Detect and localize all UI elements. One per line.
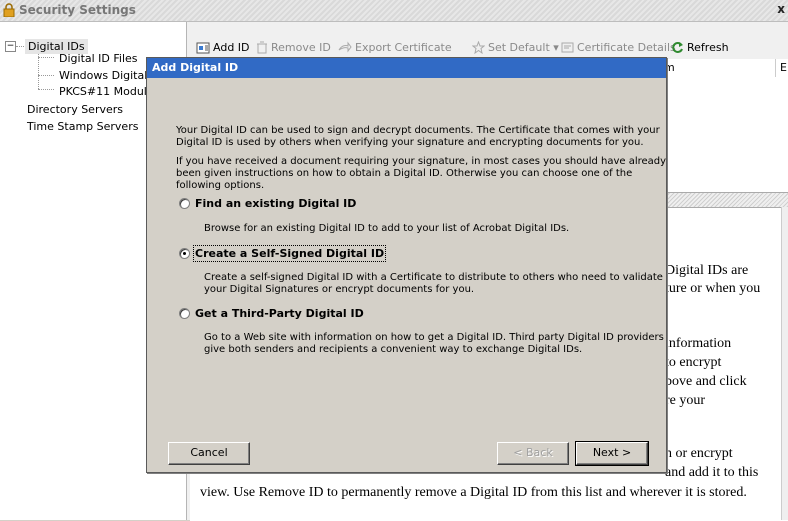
help-text-line: n or encrypt	[665, 446, 733, 461]
dialog-title: Add Digital ID	[152, 61, 239, 74]
export-arrow-icon	[338, 41, 352, 53]
third-party-desc: give both senders and recipients a conve…	[204, 344, 583, 355]
dialog-title-bar: Add Digital ID	[147, 58, 666, 78]
intro-text: following options.	[176, 180, 265, 191]
star-icon	[471, 40, 486, 55]
add-digital-id-dialog: Add Digital ID Your Digital ID can be us…	[146, 57, 667, 473]
intro-text: Digital ID is used by others when verify…	[176, 137, 644, 148]
help-text-line: bove and click	[665, 374, 747, 389]
create-self-signed-label[interactable]: Create a Self-Signed Digital ID	[192, 245, 387, 262]
refresh-icon	[672, 42, 683, 53]
column-header-expires[interactable]: E	[780, 61, 787, 74]
export-certificate-label: Export Certificate	[355, 41, 452, 54]
third-party-label[interactable]: Get a Third-Party Digital ID	[195, 307, 364, 320]
tree-item-digital-id-files[interactable]: Digital ID Files	[59, 52, 138, 65]
third-party-desc: Go to a Web site with information on how…	[204, 332, 664, 343]
back-button[interactable]: < Back	[497, 442, 569, 465]
content-scrollbar[interactable]	[781, 207, 788, 520]
cancel-button[interactable]: Cancel	[168, 442, 250, 465]
help-text-line: view. Use Remove ID to permanently remov…	[200, 485, 747, 500]
find-existing-desc: Browse for an existing Digital ID to add…	[204, 223, 570, 234]
intro-text: Your Digital ID can be used to sign and …	[176, 125, 660, 136]
add-id-button[interactable]: Add ID	[196, 41, 250, 54]
tree-item-windows-digital[interactable]: Windows Digital	[59, 69, 147, 82]
close-button[interactable]: x	[777, 2, 785, 16]
set-default-button[interactable]: Set Default ▾	[471, 40, 559, 55]
title-bar: Security Settings x	[0, 0, 788, 22]
help-text-line: ture or when you	[665, 281, 761, 296]
trash-icon	[257, 41, 267, 54]
tree-item-directory-servers[interactable]: Directory Servers	[27, 103, 123, 116]
help-text-line: re your	[665, 393, 706, 408]
refresh-button[interactable]: Refresh	[671, 41, 729, 54]
certificate-details-button[interactable]: Certificate Details	[561, 41, 676, 54]
panel-splitter[interactable]	[652, 192, 788, 208]
collapse-icon[interactable]: −	[5, 41, 16, 52]
toolbar: Add ID Remove ID Export Certificate Set …	[188, 38, 788, 58]
third-party-radio[interactable]	[179, 308, 190, 319]
certificate-icon	[561, 42, 574, 53]
create-self-signed-desc: your Digital Signatures or encrypt docum…	[204, 284, 475, 295]
set-default-label: Set Default ▾	[488, 41, 559, 54]
create-self-signed-desc: Create a self-signed Digital ID with a C…	[204, 272, 663, 283]
window-title: Security Settings	[19, 3, 136, 17]
tree-item-time-stamp-servers[interactable]: Time Stamp Servers	[27, 120, 138, 133]
add-id-label: Add ID	[213, 41, 250, 54]
help-text-line: to encrypt	[665, 355, 722, 370]
intro-text: If you have received a document requirin…	[176, 156, 667, 167]
help-text-line: information	[665, 336, 732, 351]
next-button[interactable]: Next >	[575, 441, 649, 466]
find-existing-radio[interactable]	[179, 198, 190, 209]
add-id-icon	[196, 42, 210, 54]
remove-id-label: Remove ID	[271, 41, 331, 54]
refresh-label: Refresh	[687, 41, 729, 54]
tree-item-pkcs11-modules[interactable]: PKCS#11 Modul	[59, 85, 147, 98]
help-text-line: and add it to this	[665, 465, 759, 480]
create-self-signed-radio[interactable]	[179, 248, 190, 259]
find-existing-label[interactable]: Find an existing Digital ID	[195, 197, 356, 210]
intro-text: been given instructions on how to obtain…	[176, 168, 633, 179]
remove-id-button[interactable]: Remove ID	[256, 41, 331, 54]
export-certificate-button[interactable]: Export Certificate	[338, 41, 452, 54]
certificate-details-label: Certificate Details	[577, 41, 676, 54]
lock-icon	[3, 3, 15, 17]
help-text-line: Digital IDs are	[665, 263, 749, 278]
